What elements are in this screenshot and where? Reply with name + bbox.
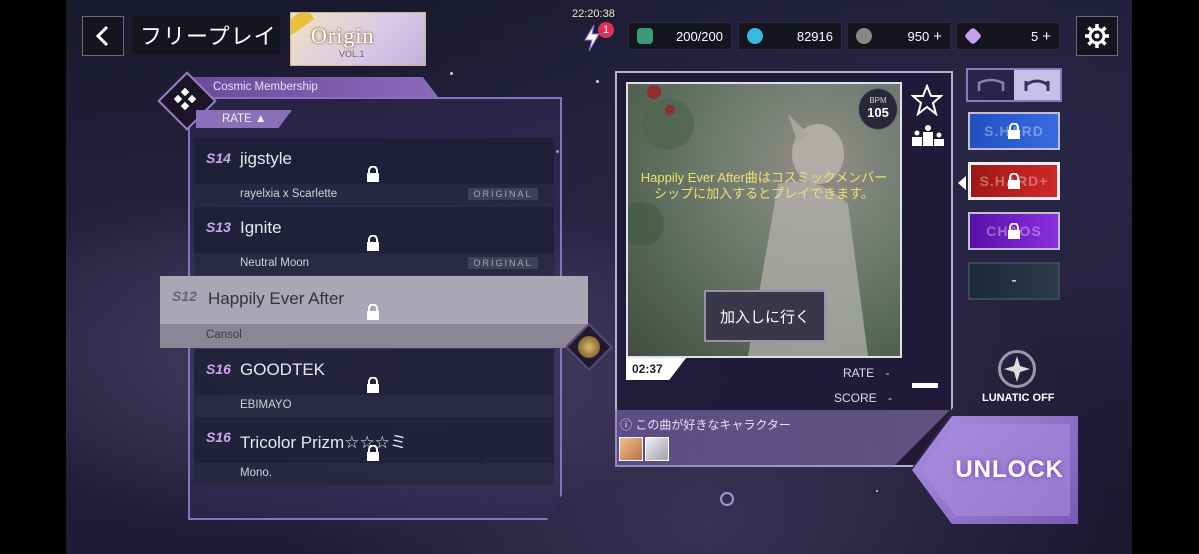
- add-disc-icon[interactable]: +: [933, 28, 950, 45]
- score-value: -: [888, 391, 893, 405]
- bpm-value: 105: [867, 105, 889, 120]
- settings-button[interactable]: [1076, 16, 1118, 56]
- ranking-icon[interactable]: [911, 124, 945, 146]
- lock-icon: [367, 304, 379, 320]
- difficulty-chaos[interactable]: CHAOS: [968, 212, 1060, 250]
- difficulty-shard-plus[interactable]: S.HARD+: [968, 162, 1060, 200]
- song-row[interactable]: S16 Tricolor Prizm☆☆☆ミ Mono.: [194, 417, 554, 485]
- gem-resource[interactable]: 5 +: [956, 22, 1060, 50]
- lock-icon: [367, 445, 379, 461]
- song-artist: EBIMAYO: [240, 399, 292, 411]
- song-artist: Mono.: [240, 467, 272, 479]
- song-level: S14: [206, 150, 231, 166]
- disc-icon: [856, 28, 872, 44]
- star-decoration: [876, 490, 878, 492]
- difficulty-label: -: [1011, 272, 1017, 289]
- song-title: jigstyle: [240, 149, 292, 168]
- lunatic-toggle-icon[interactable]: [998, 350, 1036, 388]
- mode-toggle[interactable]: [966, 68, 1062, 102]
- lock-icon: [367, 377, 379, 393]
- sofa-icon: [977, 78, 1005, 91]
- gem-icon: [963, 26, 983, 46]
- rank-placeholder-bar: [912, 383, 938, 388]
- original-tag: ORIGINAL: [468, 257, 538, 269]
- song-jacket: Happily Ever After曲はコスミックメンバーシップに加入するとプレ…: [626, 82, 902, 358]
- song-row[interactable]: S16 GOODTEK EBIMAYO: [194, 349, 554, 417]
- rate-value: -: [885, 366, 890, 380]
- unlock-label: UNLOCK: [955, 456, 1064, 483]
- song-level: S16: [206, 361, 231, 377]
- favorite-star-icon[interactable]: [911, 84, 943, 116]
- song-row-selected[interactable]: S12 Happily Ever After Cansol: [160, 276, 588, 348]
- lunatic-star-icon: [1004, 356, 1030, 382]
- gear-icon: [1085, 24, 1109, 48]
- stamina-value: 200/200: [676, 28, 723, 44]
- disc-resource[interactable]: 950 +: [847, 22, 951, 50]
- difficulty-empty[interactable]: -: [968, 262, 1060, 300]
- song-row[interactable]: S13 Ignite Neutral Moon ORIGINAL: [194, 207, 554, 275]
- star-decoration: [596, 80, 599, 83]
- mode-option-dual[interactable]: [1014, 70, 1060, 100]
- character-avatar[interactable]: [619, 437, 643, 461]
- mode-option-single[interactable]: [968, 70, 1014, 100]
- currency-icon: [747, 28, 763, 44]
- disc-value: 950: [907, 28, 930, 44]
- bpm-badge: BPM 105: [858, 88, 898, 130]
- score-display: SCORE -: [834, 391, 892, 405]
- song-title: Tricolor Prizm☆☆☆ミ: [240, 433, 407, 452]
- membership-tab: Cosmic Membership: [188, 77, 438, 97]
- stamina-resource: 200/200: [628, 22, 732, 50]
- song-title: Happily Ever After: [208, 289, 345, 308]
- notification-badge: 1: [598, 22, 614, 38]
- lock-icon: [1008, 223, 1020, 239]
- stamina-icon: [637, 28, 653, 44]
- gem-value: 5: [1031, 28, 1039, 44]
- song-title: Ignite: [240, 218, 282, 237]
- album-banner[interactable]: Origin VOL.1: [290, 12, 426, 66]
- compass-icon: [578, 336, 600, 358]
- lunatic-label: LUNATIC OFF: [982, 392, 1055, 404]
- star-decoration: [450, 72, 453, 75]
- clock: 22:20:38: [572, 8, 615, 20]
- character-avatar[interactable]: [645, 437, 669, 461]
- locked-message: Happily Ever After曲はコスミックメンバーシップに加入するとプレ…: [640, 170, 888, 201]
- currency-resource: 82916: [738, 22, 842, 50]
- back-button[interactable]: [82, 16, 124, 56]
- selected-difficulty-pointer: [958, 176, 966, 190]
- join-membership-button[interactable]: 加入しに行く: [704, 290, 826, 342]
- score-label: SCORE: [834, 391, 877, 405]
- chevron-left-icon: [95, 25, 109, 47]
- rate-label: RATE: [843, 366, 875, 380]
- rate-display: RATE -: [843, 366, 889, 380]
- sort-button[interactable]: RATE ▲: [196, 110, 292, 128]
- song-artist: rayelxia x Scarlette: [240, 188, 338, 200]
- currency-value: 82916: [796, 28, 833, 44]
- dual-icon: [1024, 79, 1050, 91]
- song-level: S13: [206, 219, 231, 235]
- lock-icon: [1008, 173, 1020, 189]
- song-title: GOODTEK: [240, 360, 326, 379]
- song-artist: Neutral Moon: [240, 257, 310, 269]
- page-title: フリープレイ: [132, 16, 280, 54]
- add-gem-icon[interactable]: +: [1042, 28, 1059, 45]
- original-tag: ORIGINAL: [468, 188, 538, 200]
- song-row[interactable]: S14 jigstyle rayelxia x Scarlette ORIGIN…: [194, 138, 554, 206]
- membership-icon: [174, 88, 196, 110]
- lock-icon: [367, 166, 379, 182]
- album-volume: VOL.1: [339, 49, 365, 59]
- song-level: S16: [206, 429, 231, 445]
- favorite-characters-label: ⓘ この曲が好きなキャラクター: [620, 418, 791, 432]
- lock-icon: [367, 235, 379, 251]
- bpm-label: BPM: [869, 96, 887, 105]
- song-level: S12: [172, 288, 197, 304]
- difficulty-shard[interactable]: S.HARD: [968, 112, 1060, 150]
- star-decoration: [720, 492, 734, 506]
- album-title: Origin: [311, 23, 375, 48]
- song-artist: Cansol: [206, 329, 242, 341]
- lock-icon: [1008, 123, 1020, 139]
